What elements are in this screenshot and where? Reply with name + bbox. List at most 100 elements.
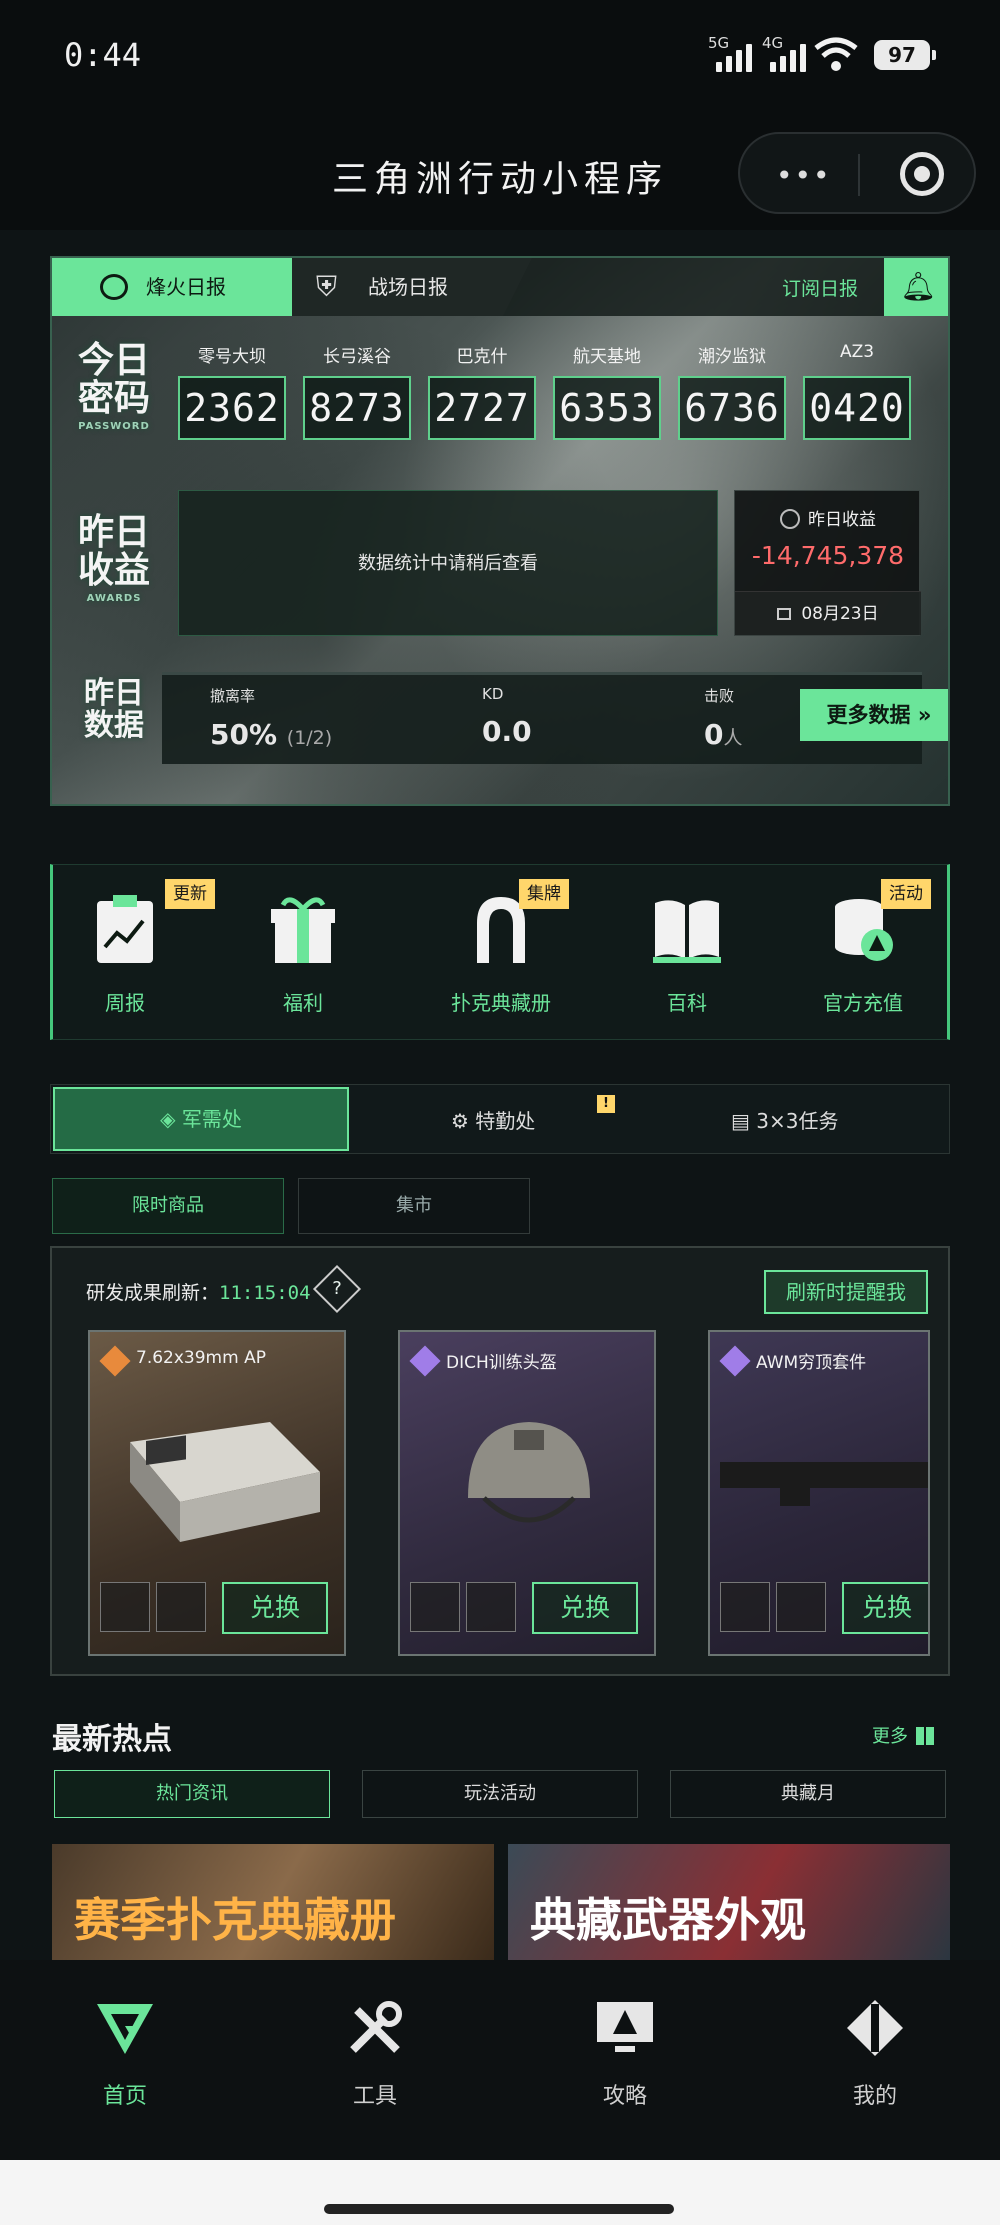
report-clipboard-icon — [97, 895, 153, 963]
exchange-button[interactable]: 兑换 — [222, 1582, 328, 1634]
ammo-box-icon — [130, 1422, 320, 1542]
status-bar: 0:44 5G 4G 97 — [0, 0, 1000, 110]
news-banner[interactable]: 赛季扑克典藏册 — [52, 1844, 494, 1960]
tab-gameplay-events[interactable]: 玩法活动 — [362, 1770, 638, 1818]
earnings-title-text: 昨日收益 — [808, 510, 876, 530]
password-code: 8273 — [303, 376, 411, 440]
monitor-icon — [597, 2002, 653, 2052]
password-label-text: 今日 密码 — [77, 340, 150, 419]
tab-fenghuo-daily[interactable]: 烽火日报 — [52, 258, 292, 316]
nav-guides[interactable]: 攻略 — [500, 1960, 750, 2160]
password-item: 零号大坝 2362 — [178, 342, 286, 440]
yesterday-data-label: 昨日 数据 — [64, 678, 164, 741]
limited-items-panel: 研发成果刷新：11:15:04 ? 刷新时提醒我 7.62x39mm AP 兑换… — [50, 1246, 950, 1676]
nav-tools[interactable]: 工具 — [250, 1960, 500, 2160]
item-name: AWM穷顶套件 — [756, 1353, 867, 1373]
map-name: 潮汐监狱 — [698, 347, 766, 367]
kills-label: 击败 — [704, 687, 735, 705]
cost-slot-2 — [156, 1582, 206, 1632]
home-g-logo-icon — [97, 2004, 153, 2054]
yesterday-data-row: 撤离率 50% (1/2) KD 0.0 击败 0人 更多数据 » — [162, 672, 948, 764]
item-name: DICH训练头盔 — [446, 1353, 557, 1373]
double-chevron-icon: » — [917, 703, 932, 727]
tab-label: 特勤处 — [475, 1109, 536, 1133]
more-data-button[interactable]: 更多数据 » — [800, 689, 948, 741]
password-item: 航天基地 6353 — [553, 342, 661, 440]
more-label: 更多 — [872, 1726, 908, 1747]
signal-icon-1 — [716, 40, 758, 72]
clock: 0:44 — [64, 36, 142, 74]
help-icon[interactable]: ? — [312, 1264, 362, 1314]
earnings-date: 08月23日 — [735, 591, 921, 635]
daily-report-tabs: 烽火日报 ⛨ 战场日报 订阅日报 🔔︎ — [52, 258, 948, 316]
password-code: 0420 — [803, 376, 911, 440]
subscribe-daily-link[interactable]: 订阅日报 — [782, 274, 858, 301]
menu-item-wiki[interactable]: 百科 — [617, 865, 757, 1041]
stats-placeholder: 数据统计中请稍后查看 — [178, 490, 718, 636]
alert-badge: ! — [597, 1095, 615, 1113]
yesterday-earnings-label: 昨日 收益 AWARDS — [64, 514, 164, 604]
shop-item-card[interactable]: DICH训练头盔 兑换 — [398, 1330, 656, 1656]
diamond-arrow-icon: ◈ — [160, 1107, 182, 1131]
menu-item-welfare[interactable]: 福利 — [233, 865, 373, 1041]
earnings-value: -14,745,378 — [751, 541, 905, 570]
refresh-timer: 研发成果刷新：11:15:04 — [86, 1278, 311, 1305]
exchange-button[interactable]: 兑换 — [842, 1582, 928, 1634]
refresh-label: 研发成果刷新： — [86, 1282, 220, 1304]
rarity-diamond-icon — [719, 1345, 751, 1377]
subtab-market[interactable]: 集市 — [298, 1178, 530, 1234]
gear-icon: ⚙ — [451, 1109, 476, 1133]
cost-slot-2 — [466, 1582, 516, 1632]
kd-stat: KD 0.0 — [482, 685, 532, 748]
home-indicator[interactable] — [324, 2204, 674, 2214]
mini-program-capsule: ••• — [738, 132, 976, 214]
shop-item-card[interactable]: 7.62x39mm AP 兑换 — [88, 1330, 346, 1656]
earnings-title: 昨日收益 — [735, 505, 921, 530]
shield-icon: ⛨ — [316, 270, 338, 303]
subtab-limited-items[interactable]: 限时商品 — [52, 1178, 284, 1234]
target-icon — [100, 274, 128, 300]
more-menu-button[interactable]: ••• — [776, 159, 832, 192]
news-banner[interactable]: 典藏武器外观 — [508, 1844, 950, 1960]
shop-item-card[interactable]: AWM穷顶套件 兑换 — [708, 1330, 930, 1656]
wifi-icon — [814, 37, 858, 71]
hot-more-link[interactable]: 更多 — [872, 1722, 934, 1748]
kills-value: 0 — [704, 718, 724, 751]
battery-indicator: 97 — [874, 40, 936, 70]
map-name: 航天基地 — [573, 347, 641, 367]
menu-item-label: 百科 — [667, 991, 707, 1015]
tab-battlefield-daily[interactable]: ⛨ 战场日报 — [292, 258, 532, 316]
password-item: 长弓溪谷 8273 — [303, 342, 411, 440]
tab-label: 烽火日报 — [146, 275, 226, 299]
kd-label: KD — [482, 685, 504, 703]
tab-collection-month[interactable]: 典藏月 — [670, 1770, 946, 1818]
password-item: 潮汐监狱 6736 — [678, 342, 786, 440]
close-mini-program-button[interactable] — [900, 152, 944, 196]
helmet-icon — [468, 1422, 590, 1523]
tab-quartermaster[interactable]: ◈ 军需处 — [53, 1087, 349, 1151]
kills-stat: 击败 0人 — [704, 685, 743, 751]
data-label-text: 昨日 数据 — [84, 676, 144, 743]
refresh-reminder-button[interactable]: 刷新时提醒我 — [764, 1270, 928, 1314]
password-label-en: PASSWORD — [78, 420, 150, 432]
help-glyph: ? — [332, 1278, 342, 1299]
tools-icon — [350, 2001, 402, 2053]
tab-label: 军需处 — [181, 1107, 242, 1131]
earnings-panel: 昨日收益 -14,745,378 08月23日 — [734, 490, 921, 636]
kills-unit: 人 — [723, 727, 743, 749]
tab-3x3-tasks[interactable]: ▤ 3×3任务 — [731, 1105, 838, 1134]
bottom-navigation: 首页 工具 攻略 我的 — [0, 1960, 1000, 2160]
password-item: 巴克什 2727 — [428, 342, 536, 440]
map-name: 长弓溪谷 — [323, 347, 391, 367]
password-code: 6353 — [553, 376, 661, 440]
bell-icon[interactable]: 🔔︎ — [884, 258, 948, 316]
rarity-diamond-icon — [409, 1345, 441, 1377]
tab-special-ops[interactable]: ⚙ 特勤处 — [451, 1105, 535, 1134]
refresh-time: 11:15:04 — [219, 1282, 311, 1304]
cost-slot-1 — [720, 1582, 770, 1632]
evac-rate: 撤离率 50% (1/2) — [210, 685, 332, 751]
tab-hot-news[interactable]: 热门资讯 — [54, 1770, 330, 1818]
exchange-button[interactable]: 兑换 — [532, 1582, 638, 1634]
nav-profile[interactable]: 我的 — [750, 1960, 1000, 2160]
nav-home[interactable]: 首页 — [0, 1960, 250, 2160]
